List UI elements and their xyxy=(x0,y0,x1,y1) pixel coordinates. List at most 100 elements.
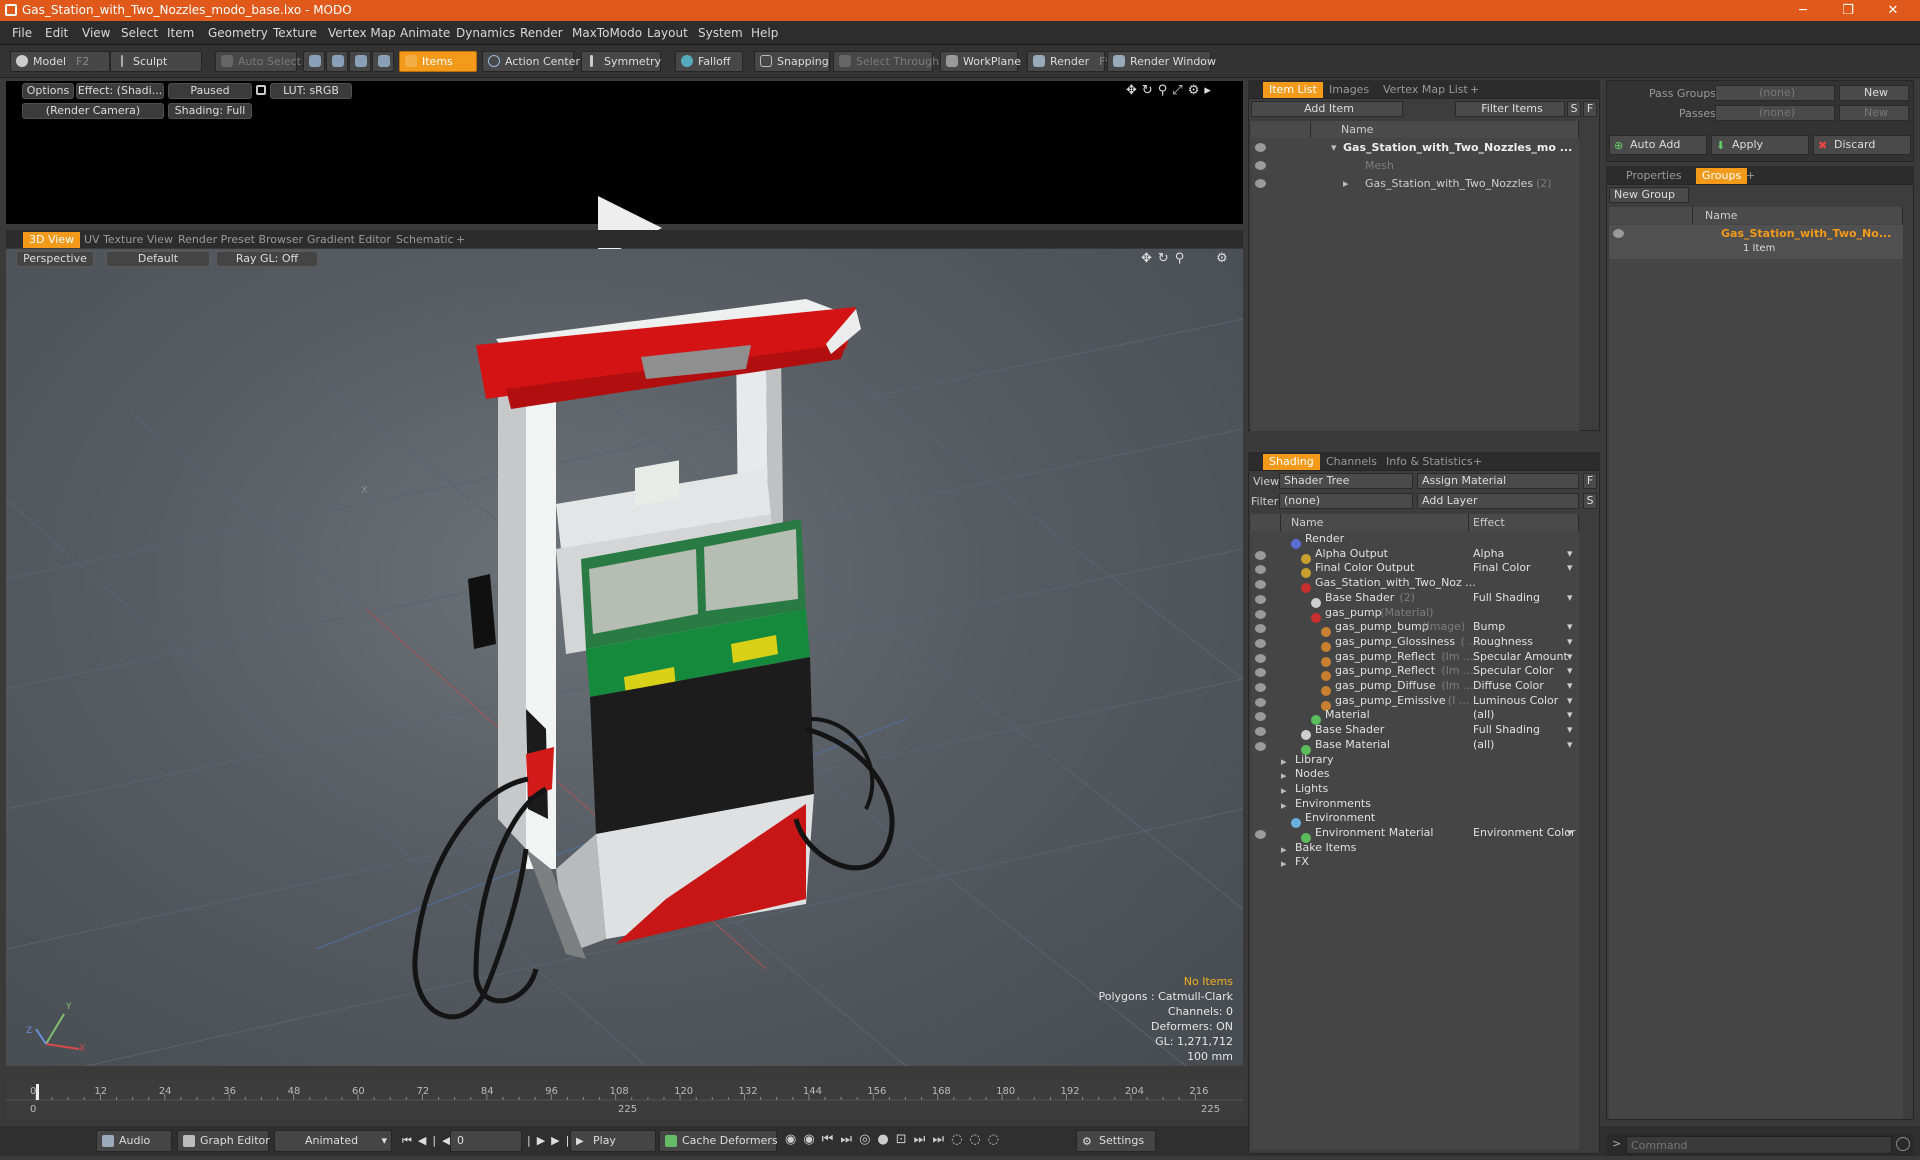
polygons-mode-button[interactable] xyxy=(349,51,371,72)
snapping-button[interactable]: Snapping xyxy=(754,51,830,72)
eye-icon[interactable] xyxy=(1255,727,1266,737)
tab-gradient-editor[interactable]: Gradient Editor xyxy=(307,232,391,248)
eye-icon[interactable] xyxy=(1255,609,1266,619)
3d-viewport[interactable]: Perspective Default Ray GL: Off ✥↻⚲ ⚙ X … xyxy=(6,249,1243,1066)
pass-groups-dropdown[interactable]: (none) xyxy=(1715,85,1835,101)
close-button[interactable]: ✕ xyxy=(1873,1,1913,20)
eye-icon[interactable] xyxy=(1255,638,1266,648)
eye-icon[interactable] xyxy=(1613,229,1624,238)
preview-lut-dropdown[interactable]: LUT: sRGB xyxy=(270,83,352,99)
chevron-down-icon[interactable]: ▾ xyxy=(1567,589,1573,607)
add-tab-button[interactable]: + xyxy=(1470,82,1479,98)
new-group-button[interactable]: New Group xyxy=(1609,187,1689,203)
command-input[interactable] xyxy=(1626,1136,1892,1154)
new-pass-group-button[interactable]: New xyxy=(1839,85,1909,101)
eye-icon[interactable] xyxy=(1255,580,1266,590)
shader-row-effect[interactable]: Full Shading xyxy=(1473,589,1540,607)
menu-animate[interactable]: Animate xyxy=(400,26,450,40)
filter-dropdown[interactable]: (none) xyxy=(1279,493,1413,509)
shader-row-effect[interactable]: Environment Color xyxy=(1473,824,1575,842)
list-item[interactable]: ▸ Gas_Station_with_Two_Nozzles (2) xyxy=(1251,175,1579,193)
maximize-button[interactable]: ❐ xyxy=(1828,1,1868,20)
action-center-button[interactable]: Action Center xyxy=(482,51,580,72)
select-through-button[interactable]: Select Through xyxy=(833,51,939,72)
eye-icon[interactable] xyxy=(1255,712,1266,722)
render-window-button[interactable]: Render Window xyxy=(1107,51,1216,72)
menu-help[interactable]: Help xyxy=(751,26,778,40)
tab-shading[interactable]: Shading xyxy=(1263,454,1320,470)
menu-maxtomodo[interactable]: MaxToModo xyxy=(572,26,642,40)
symmetry-button[interactable]: Symmetry xyxy=(581,51,661,72)
add-tab-button[interactable]: + xyxy=(1473,454,1482,470)
default-dropdown[interactable]: Default xyxy=(106,251,210,267)
shader-row-effect[interactable]: (all) xyxy=(1473,736,1494,754)
eye-icon[interactable] xyxy=(1255,143,1266,152)
add-tab-button[interactable]: + xyxy=(1746,168,1755,184)
transport-forward-icons[interactable]: |▶▶| xyxy=(527,1134,575,1147)
view-dropdown[interactable]: Shader Tree xyxy=(1279,473,1413,489)
preview-effect-dropdown[interactable]: Effect: (Shadi... xyxy=(76,83,164,99)
menu-view[interactable]: View xyxy=(82,26,110,40)
menu-geometry[interactable]: Geometry xyxy=(208,26,268,40)
eye-icon[interactable] xyxy=(1255,741,1266,751)
vertices-mode-button[interactable] xyxy=(303,51,325,72)
transport-back-icons[interactable]: ⏮◀|◀ xyxy=(402,1134,457,1148)
shader-row-effect[interactable]: Final Color xyxy=(1473,559,1531,577)
discard-button[interactable]: ✖ Discard xyxy=(1813,135,1911,155)
preview-camera-dropdown[interactable]: (Render Camera) xyxy=(22,103,164,119)
eye-icon[interactable] xyxy=(1255,179,1266,188)
preview-nav-icons[interactable]: ✥↻⚲⤢⚙▸ xyxy=(1126,83,1216,98)
items-mode-button[interactable]: Items xyxy=(399,51,477,72)
command-history-icon[interactable] xyxy=(1896,1137,1910,1151)
eye-icon[interactable] xyxy=(1255,624,1266,634)
lock-icon[interactable] xyxy=(256,85,266,95)
tab-render-preset-browser[interactable]: Render Preset Browser xyxy=(178,232,303,248)
menu-select[interactable]: Select xyxy=(121,26,158,40)
assign-material-dropdown[interactable]: Assign Material xyxy=(1417,473,1579,489)
eye-icon[interactable] xyxy=(1255,697,1266,707)
falloff-button[interactable]: Falloff xyxy=(675,51,743,72)
auto-add-button[interactable]: ⊕ Auto Add xyxy=(1609,135,1707,155)
preview-shading-dropdown[interactable]: Shading: Full xyxy=(168,103,252,119)
menu-item[interactable]: Item xyxy=(167,26,194,40)
viewport-nav-icons[interactable]: ✥↻⚲ xyxy=(1141,251,1190,266)
frame-input[interactable]: 0 xyxy=(450,1130,522,1152)
eye-icon[interactable] xyxy=(1255,830,1266,839)
perspective-dropdown[interactable]: Perspective xyxy=(16,251,94,267)
minimize-button[interactable]: ─ xyxy=(1783,1,1823,20)
filter-items-input[interactable]: Filter Items xyxy=(1455,101,1565,117)
play-button[interactable]: ▶ Play xyxy=(570,1130,656,1152)
tab-uv-texture-view[interactable]: UV Texture View xyxy=(84,232,173,248)
tab-info-statistics[interactable]: Info & Statistics xyxy=(1386,454,1473,470)
eye-icon[interactable] xyxy=(1255,594,1266,604)
edges-mode-button[interactable] xyxy=(326,51,348,72)
graph-editor-button[interactable]: Graph Editor xyxy=(177,1130,270,1152)
item-list-s-button[interactable]: S xyxy=(1567,101,1581,117)
menu-edit[interactable]: Edit xyxy=(45,26,68,40)
shading-f-button[interactable]: F xyxy=(1583,473,1597,489)
settings-button[interactable]: ⚙ Settings xyxy=(1076,1130,1156,1152)
preview-options-button[interactable]: Options xyxy=(22,83,74,99)
tab-properties[interactable]: Properties xyxy=(1626,168,1682,184)
add-tab-button[interactable]: + xyxy=(456,232,465,248)
tab-item-list[interactable]: Item List xyxy=(1263,82,1323,98)
eye-icon[interactable] xyxy=(1255,550,1266,560)
tab-schematic[interactable]: Schematic xyxy=(396,232,454,248)
tab-vertex-map-list[interactable]: Vertex Map List xyxy=(1383,82,1468,98)
viewport-scene[interactable] xyxy=(6,249,1243,1066)
list-item[interactable]: ▾ Gas_Station_with_Two_Nozzles_mo ... xyxy=(1251,139,1579,157)
eye-icon[interactable] xyxy=(1255,161,1266,170)
list-item[interactable]: Mesh xyxy=(1251,157,1579,175)
shading-s-button[interactable]: S xyxy=(1583,493,1597,509)
tab-3d-view[interactable]: 3D View xyxy=(23,232,81,248)
chevron-down-icon[interactable]: ▾ xyxy=(1567,824,1573,842)
preview-paused-button[interactable]: Paused xyxy=(168,83,252,99)
cache-deformers-button[interactable]: Cache Deformers xyxy=(659,1130,778,1152)
menu-file[interactable]: File xyxy=(12,26,32,40)
chevron-down-icon[interactable]: ▾ xyxy=(1567,559,1573,577)
raygl-dropdown[interactable]: Ray GL: Off xyxy=(216,251,318,267)
materials-mode-button[interactable] xyxy=(372,51,394,72)
workplane-button[interactable]: WorkPlane xyxy=(940,51,1021,72)
expand-arrow-icon[interactable]: ▾ xyxy=(1331,139,1337,157)
menu-render[interactable]: Render xyxy=(520,26,563,40)
